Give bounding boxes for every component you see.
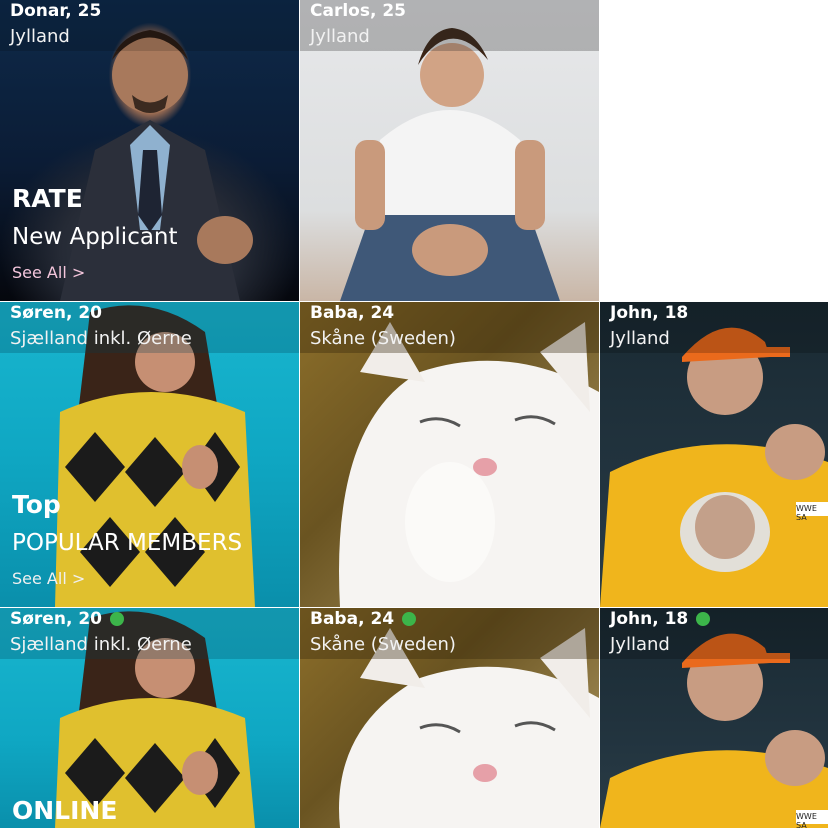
member-region: Skåne (Sweden) <box>310 328 456 349</box>
member-region: Jylland <box>310 26 370 47</box>
see-all-link[interactable]: See All > <box>12 263 85 282</box>
member-name-age-text: John, 18 <box>610 609 689 629</box>
shirt-badge: WWE SA <box>796 812 817 828</box>
member-region: Skåne (Sweden) <box>310 634 456 655</box>
online-status-icon <box>109 612 124 626</box>
category-subtitle: New Applicant <box>12 224 178 250</box>
online-card-soren[interactable]: Søren, 20 Sjælland inkl. Øerne ONLINE <box>0 608 299 828</box>
member-card-john[interactable]: John, 18 Jylland WWE SA <box>600 302 828 607</box>
category-title: Top <box>12 490 61 519</box>
online-status-icon <box>696 612 711 626</box>
category-title: RATE <box>12 184 83 213</box>
member-name-age: John, 18 <box>610 303 689 323</box>
online-card-john[interactable]: John, 18 Jylland WWE SA <box>600 608 828 828</box>
member-name-age: Donar, 25 <box>10 1 102 21</box>
member-card-donar[interactable]: Donar, 25 Jylland RATE New Applicant See… <box>0 0 299 301</box>
member-region: Jylland <box>610 634 670 655</box>
member-name-age: John, 18 <box>610 608 711 630</box>
online-status-icon <box>402 612 417 626</box>
member-region: Sjælland inkl. Øerne <box>10 328 192 349</box>
member-region: Jylland <box>610 328 670 349</box>
member-name-age: Carlos, 25 <box>310 1 406 21</box>
member-name-age: Baba, 24 <box>310 608 417 630</box>
shirt-badge: WWE SA <box>796 504 817 522</box>
member-card-carlos[interactable]: Carlos, 25 Jylland <box>300 0 599 301</box>
member-name-age-text: Søren, 20 <box>10 609 102 629</box>
member-name-age: Baba, 24 <box>310 303 395 323</box>
member-name-age: Søren, 20 <box>10 608 124 630</box>
member-card-soren[interactable]: Søren, 20 Sjælland inkl. Øerne Top POPUL… <box>0 302 299 607</box>
category-subtitle: POPULAR MEMBERS <box>12 530 243 556</box>
member-name-age-text: Baba, 24 <box>310 609 395 629</box>
member-name-age: Søren, 20 <box>10 303 102 323</box>
category-title: ONLINE <box>12 796 118 825</box>
see-all-link[interactable]: See All > <box>12 569 85 588</box>
member-region: Jylland <box>10 26 70 47</box>
member-region: Sjælland inkl. Øerne <box>10 634 192 655</box>
online-card-baba[interactable]: Baba, 24 Skåne (Sweden) <box>300 608 599 828</box>
member-card-baba[interactable]: Baba, 24 Skåne (Sweden) <box>300 302 599 607</box>
